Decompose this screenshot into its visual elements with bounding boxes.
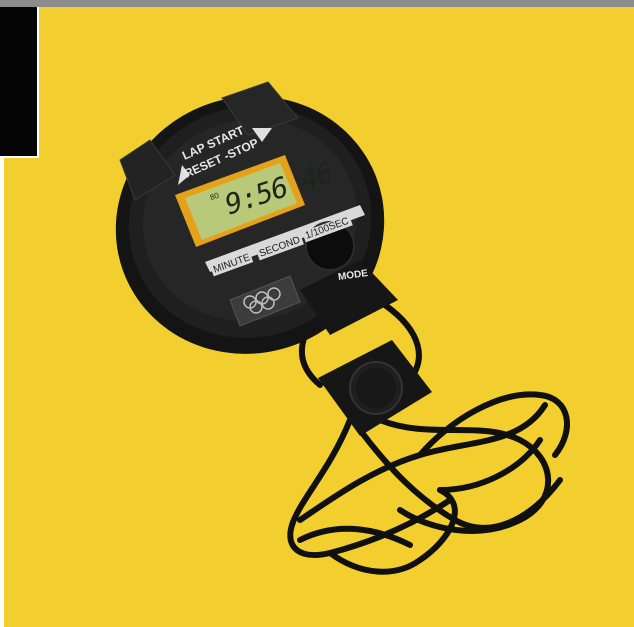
corner-black-block bbox=[0, 7, 39, 158]
lanyard-cord bbox=[287, 297, 570, 575]
stopwatch-photo bbox=[115, 81, 570, 575]
stopwatch-body bbox=[115, 81, 398, 354]
cord-slider bbox=[318, 340, 432, 436]
